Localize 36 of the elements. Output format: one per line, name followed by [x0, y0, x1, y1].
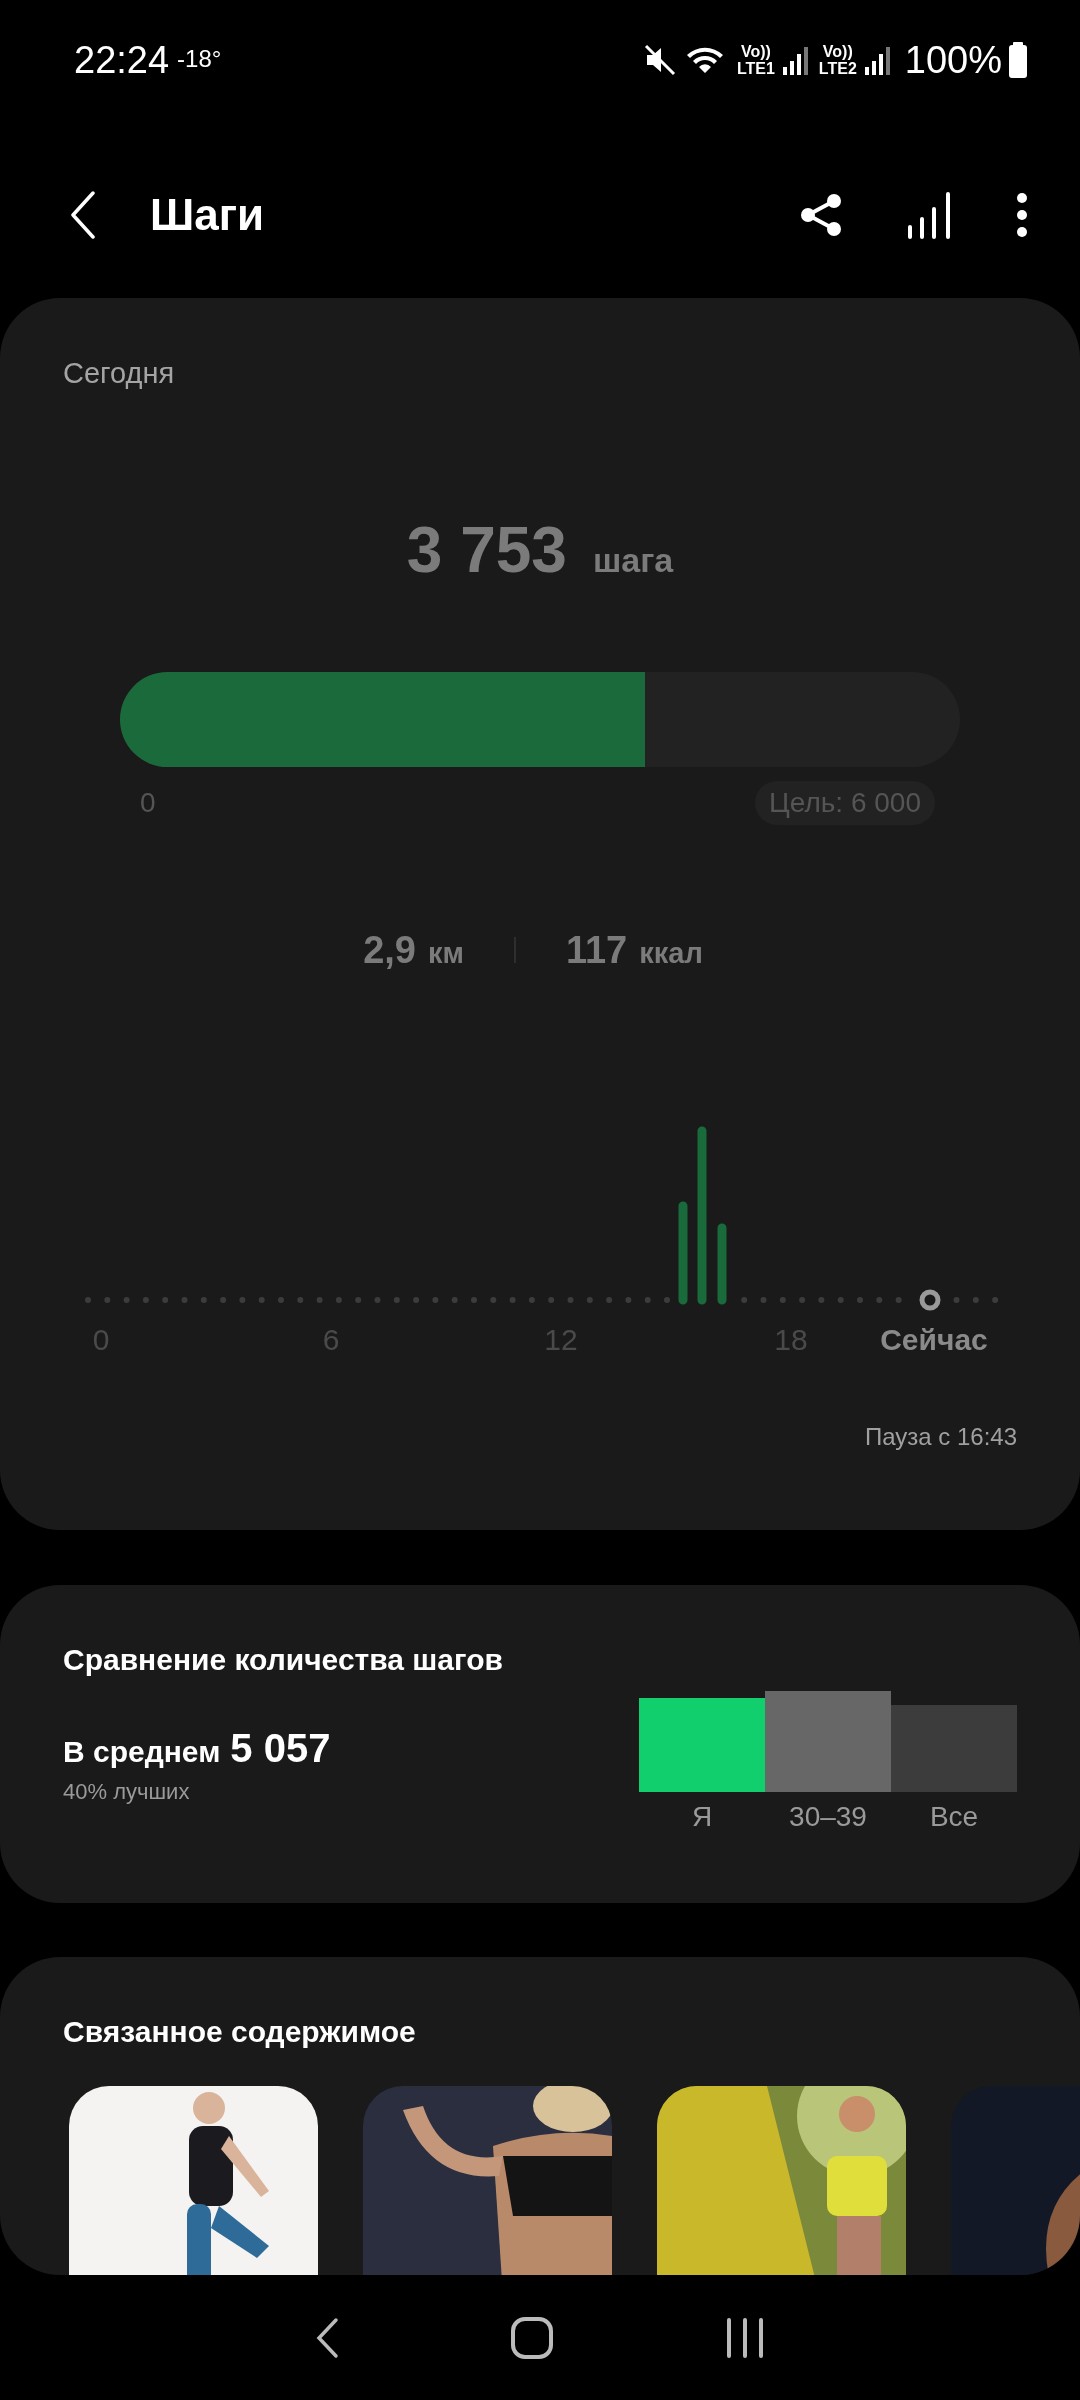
- distance-value: 2,9: [363, 928, 416, 972]
- more-icon: [1016, 192, 1028, 238]
- recents-icon: [724, 2316, 765, 2359]
- average-label: В среднем: [63, 1734, 221, 1770]
- battery-percent: 100%: [904, 38, 1002, 82]
- group-label: Все: [929, 1800, 979, 1834]
- temperature: -18°: [177, 44, 222, 73]
- group-label: 30–39: [789, 1800, 867, 1834]
- calories-unit: ккал: [639, 936, 703, 970]
- now-marker-icon: [919, 1289, 941, 1311]
- network-label: LTE2: [818, 60, 857, 77]
- distance-unit: км: [427, 936, 464, 970]
- group-label: Я: [691, 1800, 713, 1834]
- calories-value: 117: [565, 928, 628, 972]
- progress-start-label: 0: [140, 787, 156, 819]
- step-unit: шага: [592, 541, 674, 580]
- pause-status: Пауза с 16:43: [863, 1422, 1018, 1452]
- network-label: LTE1: [736, 60, 775, 77]
- back-icon: [315, 2316, 340, 2359]
- home-icon: [510, 2315, 554, 2360]
- share-icon: [800, 193, 842, 237]
- step-count: 3 753: [406, 513, 567, 587]
- mute-icon: [642, 43, 677, 77]
- section-title: Связанное содержимое: [62, 2014, 417, 2050]
- page-title: Шаги: [150, 190, 266, 240]
- rank-text: 40% лучших: [63, 1778, 191, 1806]
- section-label: Сегодня: [62, 356, 176, 391]
- bar-chart-icon: [906, 191, 952, 239]
- average-value: 5 057: [230, 1725, 331, 1772]
- battery-icon: [1008, 41, 1028, 79]
- now-label: Сейчас: [879, 1323, 989, 1357]
- network-label: Vo)): [740, 43, 771, 60]
- back-icon: [70, 191, 96, 239]
- section-title: Сравнение количества шагов: [62, 1642, 504, 1678]
- network-label: Vo)): [822, 43, 853, 60]
- clock-time: 22:24: [74, 38, 170, 82]
